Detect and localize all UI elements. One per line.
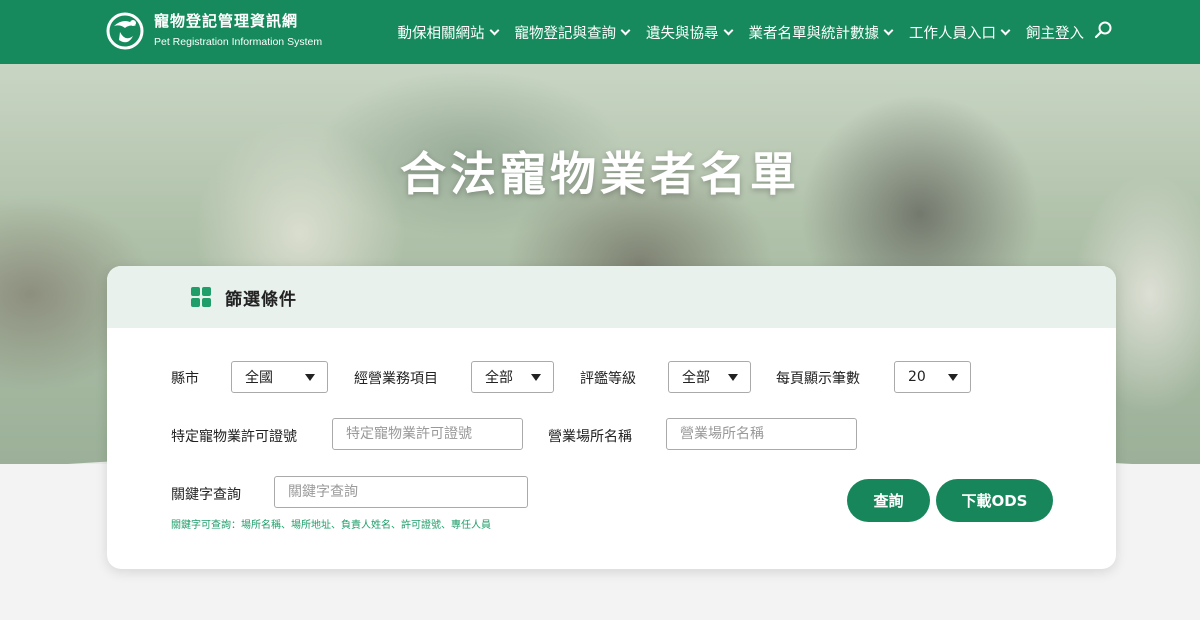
nav-label: 動保相關網站 (397, 25, 485, 42)
brand-text: 寵物登記管理資訊網 Pet Registration Information S… (154, 12, 322, 50)
brand-logo-link[interactable]: 寵物登記管理資訊網 Pet Registration Information S… (106, 12, 322, 50)
keyword-label: 關鍵字查詢 (171, 487, 241, 503)
search-icon[interactable] (1094, 20, 1114, 40)
nav-owner-login[interactable]: 飼主登入 (1026, 22, 1084, 43)
keyword-input[interactable] (274, 476, 528, 508)
chevron-down-icon (723, 25, 733, 35)
license-input[interactable] (332, 418, 523, 450)
nav-staff-entry[interactable]: 工作人員入口 (909, 22, 1011, 43)
license-label: 特定寵物業許可證號 (171, 429, 297, 445)
filter-title: 篩選條件 (225, 289, 297, 310)
business-select[interactable]: 全部 (471, 361, 554, 393)
page-title: 合法寵物業者名單 (400, 147, 800, 201)
rating-select-value: 全部 (682, 370, 710, 386)
keyword-hint: 關鍵字可查詢：場所名稱、場所地址、負責人姓名、許可證號、專任人員 (171, 520, 491, 531)
nav-label: 工作人員入口 (909, 25, 996, 42)
brand-title-zh: 寵物登記管理資訊網 (154, 12, 299, 30)
county-label: 縣市 (171, 371, 199, 387)
per-page-select[interactable]: 20 (894, 361, 971, 393)
nav-pet-registration[interactable]: 寵物登記與查詢 (514, 22, 631, 43)
business-select-value: 全部 (485, 370, 513, 386)
venue-input[interactable] (666, 418, 857, 450)
venue-label: 營業場所名稱 (548, 429, 632, 445)
brand-title-en: Pet Registration Information System (154, 36, 323, 48)
nav-label: 飼主登入 (1026, 25, 1084, 42)
dropdown-arrow-icon (305, 374, 315, 381)
nav-label: 寵物登記與查詢 (514, 25, 617, 42)
business-label: 經營業務項目 (354, 371, 438, 387)
nav-label: 業者名單與統計數據 (748, 25, 880, 42)
county-select-value: 全國 (245, 370, 273, 386)
chevron-down-icon (1000, 25, 1011, 35)
download-ods-button[interactable]: 下載ODS (936, 479, 1053, 522)
rating-label: 評鑑等級 (580, 371, 636, 387)
filter-card-header: 篩選條件 (107, 266, 1116, 328)
nav-lost-found[interactable]: 遺失與協尋 (646, 22, 733, 43)
nav-animal-protection-sites[interactable]: 動保相關網站 (397, 22, 499, 43)
top-navbar: 寵物登記管理資訊網 Pet Registration Information S… (0, 0, 1200, 64)
chevron-down-icon (489, 25, 499, 35)
per-page-select-value: 20 (908, 369, 926, 385)
pet-logo-icon (106, 12, 144, 50)
dropdown-arrow-icon (948, 374, 958, 381)
per-page-label: 每頁顯示筆數 (776, 371, 860, 387)
chevron-down-icon (620, 25, 631, 35)
dropdown-arrow-icon (531, 374, 541, 381)
dropdown-arrow-icon (728, 374, 738, 381)
chevron-down-icon (883, 25, 894, 35)
county-select[interactable]: 全國 (231, 361, 328, 393)
main-nav: 動保相關網站 寵物登記與查詢 遺失與協尋 業者名單與統計數據 工作人員入口 飼主… (381, 0, 1084, 64)
nav-business-list-stats[interactable]: 業者名單與統計數據 (748, 22, 894, 43)
nav-label: 遺失與協尋 (646, 25, 719, 42)
grid-icon (191, 287, 211, 307)
search-button[interactable]: 查詢 (847, 479, 930, 522)
filter-card: 篩選條件 縣市 全國 經營業務項目 全部 評鑑等級 全部 每頁顯示筆數 20 特… (107, 266, 1116, 569)
rating-select[interactable]: 全部 (668, 361, 751, 393)
